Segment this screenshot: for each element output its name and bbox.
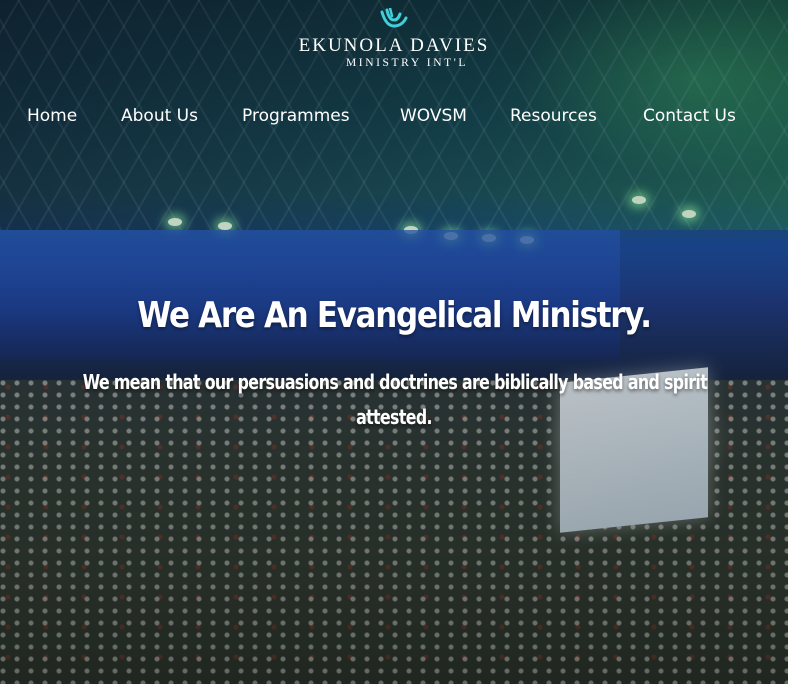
hero-headline: We Are An Evangelical Ministry.: [137, 295, 652, 336]
nav-item-wovsm[interactable]: WOVSM: [400, 104, 467, 128]
brand-name: EKUNOLA DAVIES: [298, 35, 490, 56]
site-logo[interactable]: EKUNOLA DAVIES MINISTRY INT'L: [0, 8, 788, 70]
hero-subtext-line-1: We mean that our persuasions and doctrin…: [82, 370, 708, 394]
dark-overlay: [0, 0, 788, 684]
hero-subtext-line-2: attested.: [356, 405, 432, 429]
brand-subtitle: MINISTRY INT'L: [345, 57, 469, 69]
hero-subtext: We mean that our persuasions and doctrin…: [0, 365, 788, 435]
hero-background-image: [0, 0, 788, 684]
nav-item-home[interactable]: Home: [27, 104, 77, 128]
nav-item-programmes[interactable]: Programmes: [242, 104, 350, 128]
main-navigation: Home About Us Programmes WOVSM Resources…: [0, 104, 788, 128]
hands-wave-logo-icon: [380, 8, 408, 28]
nav-item-resources[interactable]: Resources: [510, 104, 597, 128]
nav-item-contact-us[interactable]: Contact Us: [643, 104, 736, 128]
nav-item-about-us[interactable]: About Us: [121, 104, 198, 128]
